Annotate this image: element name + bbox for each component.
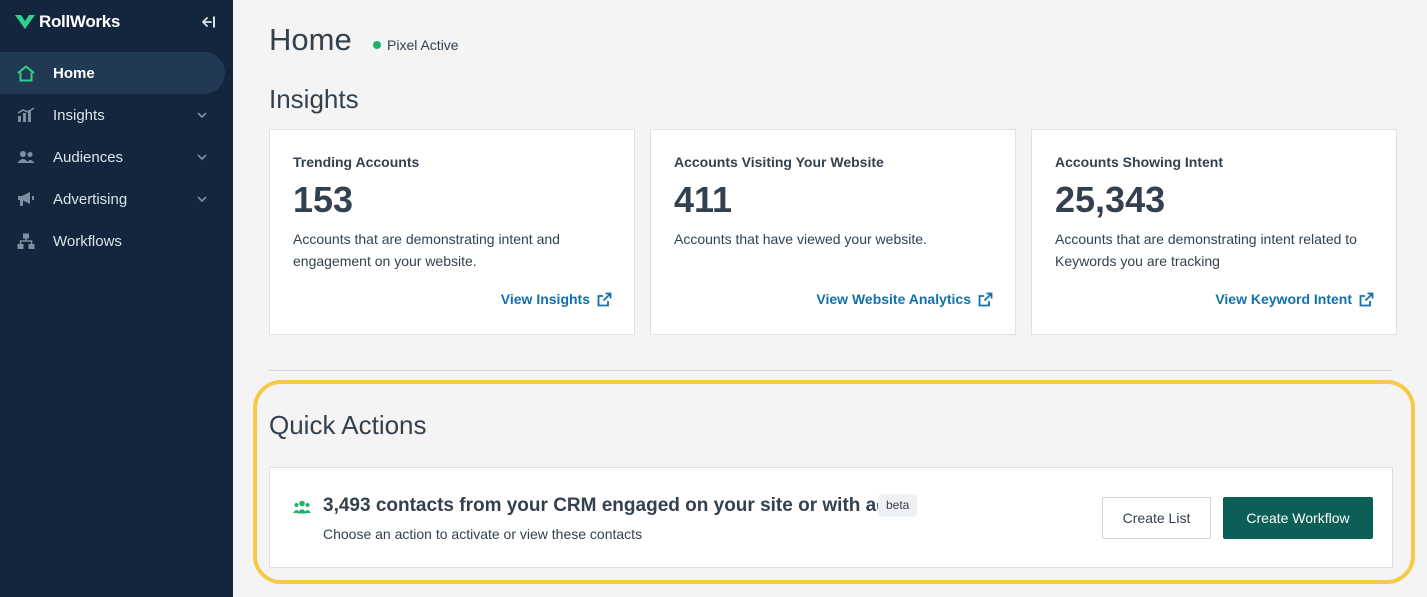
link-label: View Insights bbox=[500, 291, 590, 307]
external-link-icon bbox=[978, 292, 993, 306]
sidebar-item-advertising[interactable]: Advertising bbox=[0, 178, 233, 220]
external-link-icon bbox=[1359, 292, 1374, 306]
create-list-button[interactable]: Create List bbox=[1102, 497, 1211, 539]
megaphone-icon bbox=[16, 190, 36, 208]
page-title: Home bbox=[269, 22, 352, 57]
quick-action-headline: 3,493 contacts from your CRM engaged on … bbox=[323, 495, 899, 516]
home-icon bbox=[16, 64, 36, 82]
chevron-down-icon bbox=[197, 196, 207, 203]
card-value: 153 bbox=[293, 179, 354, 220]
external-link-icon bbox=[597, 292, 612, 306]
pixel-status-badge: Pixel Active bbox=[373, 37, 459, 53]
quick-action-card: 3,493 contacts from your CRM engaged on … bbox=[269, 467, 1393, 568]
rollworks-logo-icon bbox=[15, 15, 35, 29]
sidebar-item-workflows[interactable]: Workflows bbox=[0, 220, 233, 262]
link-label: View Website Analytics bbox=[816, 291, 971, 307]
card-value: 411 bbox=[674, 179, 733, 220]
view-insights-link[interactable]: View Insights bbox=[501, 291, 612, 307]
view-website-analytics-link[interactable]: View Website Analytics bbox=[816, 291, 993, 307]
create-workflow-button[interactable]: Create Workflow bbox=[1223, 497, 1373, 539]
collapse-sidebar-button[interactable] bbox=[200, 13, 218, 31]
view-keyword-intent-link[interactable]: View Keyword Intent bbox=[1215, 291, 1374, 307]
brand-logo[interactable]: RollWorks bbox=[14, 10, 120, 34]
card-description: Accounts that have viewed your website. bbox=[674, 230, 927, 247]
card-title: Accounts Showing Intent bbox=[1055, 154, 1223, 170]
sidebar-item-label: Workflows bbox=[53, 232, 122, 250]
beta-badge: beta bbox=[878, 494, 918, 517]
sidebar-item-home[interactable]: Home bbox=[0, 52, 225, 94]
sidebar-nav: Home Insights Audiences Advertising Work… bbox=[0, 52, 233, 262]
sidebar-item-label: Insights bbox=[53, 106, 105, 124]
quick-action-subtext: Choose an action to activate or view the… bbox=[323, 526, 643, 542]
collapse-left-icon bbox=[202, 16, 215, 28]
people-icon bbox=[16, 148, 36, 166]
insight-card-intent-accounts: Accounts Showing Intent 25,343 Accounts … bbox=[1031, 129, 1397, 335]
sidebar-item-label: Audiences bbox=[53, 148, 124, 166]
sidebar-item-audiences[interactable]: Audiences bbox=[0, 136, 233, 178]
section-divider bbox=[269, 370, 1393, 371]
workflow-icon bbox=[16, 232, 36, 250]
card-title: Trending Accounts bbox=[293, 154, 420, 170]
sidebar: RollWorks Home Insights Audiences Advert… bbox=[0, 0, 233, 597]
brand-name: RollWorks bbox=[39, 12, 121, 31]
contacts-icon bbox=[293, 500, 311, 514]
chart-icon bbox=[16, 106, 36, 124]
chevron-down-icon bbox=[197, 112, 207, 119]
quick-actions-section-title: Quick Actions bbox=[269, 410, 427, 440]
insight-card-trending-accounts: Trending Accounts 153 Accounts that are … bbox=[269, 129, 635, 335]
status-dot-icon bbox=[373, 41, 381, 49]
insights-section-title: Insights bbox=[269, 84, 359, 114]
pixel-status-label: Pixel Active bbox=[387, 37, 459, 53]
card-description: Accounts that are demonstrating intent a… bbox=[293, 230, 560, 269]
chevron-down-icon bbox=[197, 154, 207, 161]
card-title: Accounts Visiting Your Website bbox=[674, 154, 884, 170]
main-content: Home Pixel Active Insights Trending Acco… bbox=[233, 0, 1427, 597]
card-value: 25,343 bbox=[1055, 179, 1166, 220]
insight-card-website-visitors: Accounts Visiting Your Website 411 Accou… bbox=[650, 129, 1016, 335]
sidebar-item-label: Home bbox=[53, 64, 95, 82]
link-label: View Keyword Intent bbox=[1215, 291, 1352, 307]
sidebar-item-insights[interactable]: Insights bbox=[0, 94, 233, 136]
sidebar-item-label: Advertising bbox=[53, 190, 128, 208]
card-description: Accounts that are demonstrating intent r… bbox=[1055, 230, 1357, 269]
